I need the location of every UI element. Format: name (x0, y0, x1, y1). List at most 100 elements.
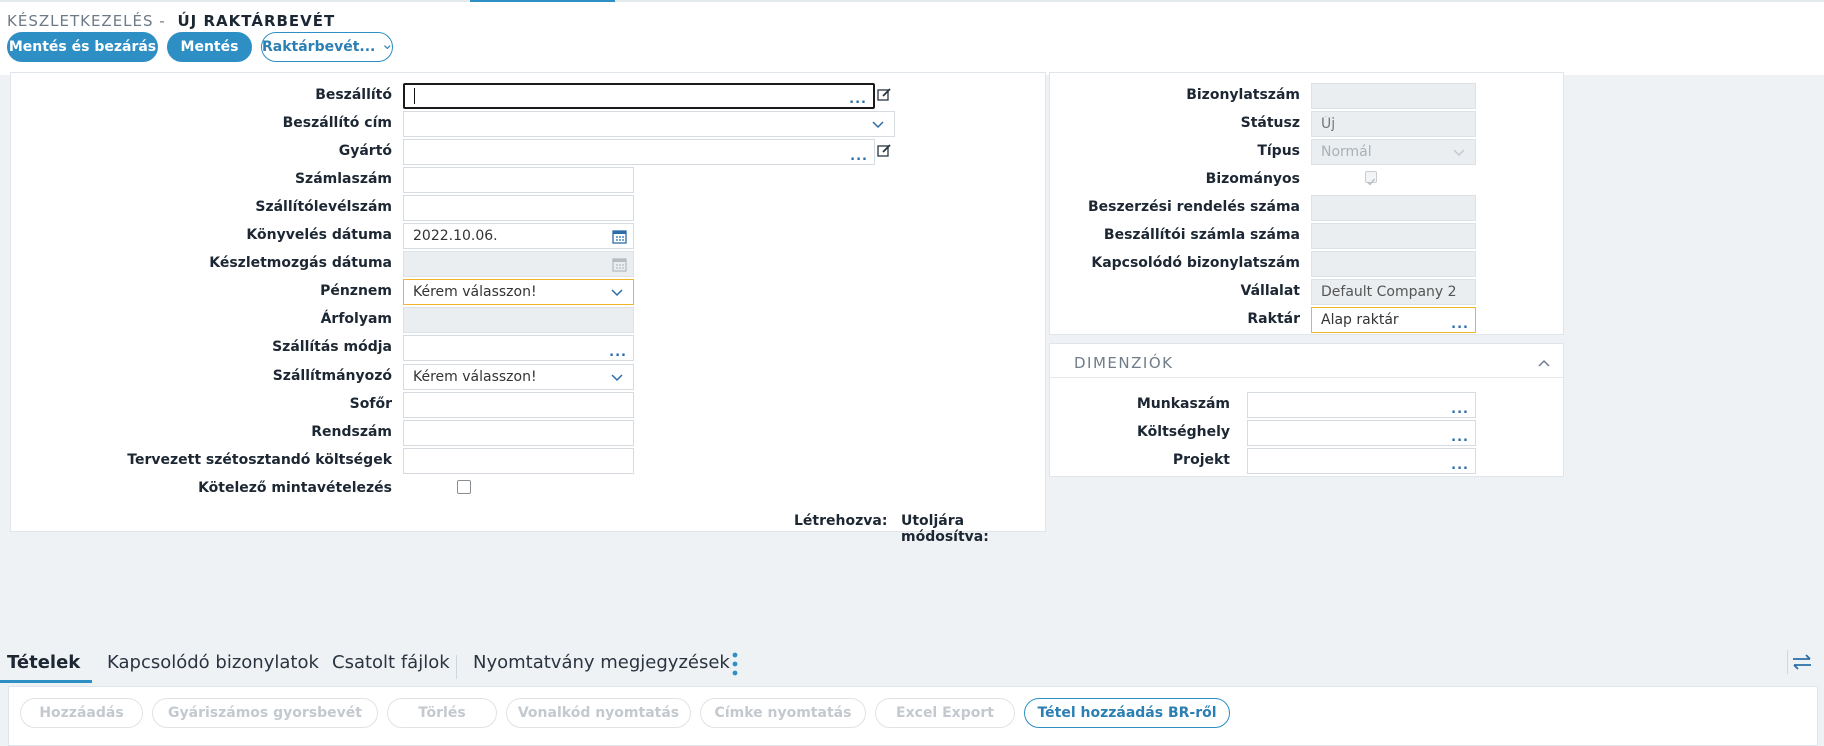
document-info-panel: Bizonylatszám Státusz Új Típus Normál Bi… (1049, 72, 1564, 335)
job-number-input[interactable]: ... (1247, 392, 1476, 418)
plate-label: Rendszám (311, 424, 392, 440)
consignment-checkbox (1365, 171, 1377, 186)
warehouse-input[interactable]: Alap raktár ... (1311, 307, 1476, 333)
delivery-note-label: Szállítólevélszám (255, 199, 392, 215)
job-number-label: Munkaszám (1136, 396, 1230, 412)
consignment-label: Bizományos (1205, 171, 1300, 187)
chevron-down-icon (872, 121, 884, 129)
carrier-select[interactable]: Kérem válasszon! (403, 364, 634, 390)
page-title: ÚJ RAKTÁRBEVÉT (177, 12, 336, 30)
exchange-rate-label: Árfolyam (320, 311, 392, 327)
dimensions-panel: DIMENZIÓK Munkaszám ... Költséghely ... … (1049, 343, 1565, 477)
created-label: Létrehozva: (794, 513, 888, 529)
add-button[interactable]: Hozzáadás (20, 698, 143, 728)
movement-date-input (403, 251, 634, 277)
doc-number-label: Bizonylatszám (1186, 87, 1300, 103)
supplier-invoice-input (1311, 223, 1476, 249)
swap-icon[interactable] (1790, 650, 1814, 674)
posting-date-label: Könyvelés dátuma (246, 227, 392, 243)
warehouse-lookup-icon[interactable]: ... (1451, 318, 1469, 331)
serial-quick-receipt-button[interactable]: Gyáriszámos gyorsbevét (152, 698, 378, 728)
invoice-number-input[interactable] (403, 167, 634, 193)
po-number-label: Beszerzési rendelés száma (1087, 199, 1300, 215)
save-and-close-button[interactable]: Mentés és bezárás (7, 32, 158, 62)
more-vertical-icon[interactable] (730, 650, 740, 678)
supplier-input[interactable]: ... (403, 83, 875, 109)
supplier-label: Beszállító (315, 87, 392, 103)
manufacturer-input[interactable]: ... (403, 139, 875, 165)
sampling-checkbox[interactable] (457, 480, 471, 494)
related-doc-label: Kapcsolódó bizonylatszám (1091, 255, 1300, 271)
shipping-method-input[interactable]: ... (403, 335, 634, 361)
chevron-down-icon (611, 374, 623, 382)
add-item-from-br-button[interactable]: Tétel hozzáadás BR-ről (1024, 698, 1230, 728)
tab-print-notes[interactable]: Nyomtatvány megjegyzések (473, 652, 730, 673)
active-tab-indicator (0, 680, 92, 683)
calendar-icon (612, 258, 627, 272)
supplier-address-label: Beszállító cím (282, 115, 392, 131)
company-input: Default Company 2 (1311, 279, 1476, 305)
type-label: Típus (1257, 143, 1300, 159)
more-actions-dropdown[interactable]: Raktárbevét... (261, 32, 393, 62)
invoice-number-label: Számlaszám (294, 171, 392, 187)
tab-attached-files[interactable]: Csatolt fájlok (332, 652, 450, 673)
items-toolbar: Hozzáadás Gyáriszámos gyorsbevét Törlés … (8, 686, 1818, 746)
posting-date-input[interactable]: 2022.10.06. (403, 223, 634, 249)
delivery-note-input[interactable] (403, 195, 634, 221)
page-header: KÉSZLETKEZELÉS - ÚJ RAKTÁRBEVÉT Mentés é… (0, 2, 1824, 75)
save-button[interactable]: Mentés (167, 32, 252, 62)
cost-center-lookup-icon[interactable]: ... (1451, 431, 1469, 444)
tab-bar: Tételek Kapcsolódó bizonylatok Csatolt f… (0, 640, 1824, 685)
shipping-method-lookup-icon[interactable]: ... (609, 346, 627, 359)
text-cursor (414, 88, 415, 104)
manufacturer-edit-icon[interactable] (876, 142, 892, 158)
supplier-invoice-label: Beszállítói számla száma (1103, 227, 1300, 243)
project-lookup-icon[interactable]: ... (1451, 459, 1469, 472)
po-number-input (1311, 195, 1476, 221)
cost-center-input[interactable]: ... (1247, 420, 1476, 446)
more-actions-label: Raktárbevét... (262, 39, 376, 55)
chevron-down-icon (384, 45, 391, 50)
plate-input[interactable] (403, 420, 634, 446)
tab-items[interactable]: Tételek (7, 652, 80, 673)
breadcrumb-module[interactable]: KÉSZLETKEZELÉS - (7, 12, 166, 30)
project-label: Projekt (1172, 452, 1230, 468)
dimensions-heading: DIMENZIÓK (1074, 354, 1174, 372)
type-select: Normál (1311, 139, 1476, 165)
currency-select[interactable]: Kérem válasszon! (403, 279, 634, 305)
related-doc-input (1311, 251, 1476, 277)
check-icon (1367, 178, 1376, 186)
supplier-lookup-icon[interactable]: ... (849, 93, 867, 106)
tab-separator (456, 655, 457, 679)
tab-separator (1787, 650, 1788, 674)
job-number-lookup-icon[interactable]: ... (1451, 403, 1469, 416)
modified-label: Utoljára módosítva: (901, 513, 989, 545)
supplier-edit-icon[interactable] (876, 86, 892, 102)
status-label: Státusz (1240, 115, 1300, 131)
manufacturer-lookup-icon[interactable]: ... (850, 150, 868, 163)
currency-label: Pénznem (320, 283, 392, 299)
exchange-rate-input (403, 307, 634, 333)
shipping-method-label: Szállítás módja (272, 339, 392, 355)
status-input: Új (1311, 111, 1476, 137)
delete-button[interactable]: Törlés (387, 698, 497, 728)
manufacturer-label: Gyártó (338, 143, 392, 159)
movement-date-label: Készletmozgás dátuma (209, 255, 392, 271)
supplier-address-select[interactable] (403, 111, 895, 137)
barcode-print-button[interactable]: Vonalkód nyomtatás (506, 698, 691, 728)
driver-input[interactable] (403, 392, 634, 418)
driver-label: Sofőr (349, 396, 392, 412)
divider (1050, 377, 1565, 378)
planned-costs-input[interactable] (403, 448, 634, 474)
project-input[interactable]: ... (1247, 448, 1476, 474)
cost-center-label: Költséghely (1137, 424, 1230, 440)
breadcrumb: KÉSZLETKEZELÉS - ÚJ RAKTÁRBEVÉT (7, 12, 335, 30)
chevron-up-icon[interactable] (1537, 357, 1551, 371)
tab-related-documents[interactable]: Kapcsolódó bizonylatok (107, 652, 319, 673)
label-print-button[interactable]: Címke nyomtatás (700, 698, 866, 728)
chevron-down-icon (1453, 149, 1465, 157)
excel-export-button[interactable]: Excel Export (875, 698, 1015, 728)
chevron-down-icon (611, 289, 623, 297)
calendar-icon[interactable] (612, 229, 627, 244)
main-form-panel: Beszállító ... Beszállító cím Gyártó ...… (10, 72, 1046, 545)
